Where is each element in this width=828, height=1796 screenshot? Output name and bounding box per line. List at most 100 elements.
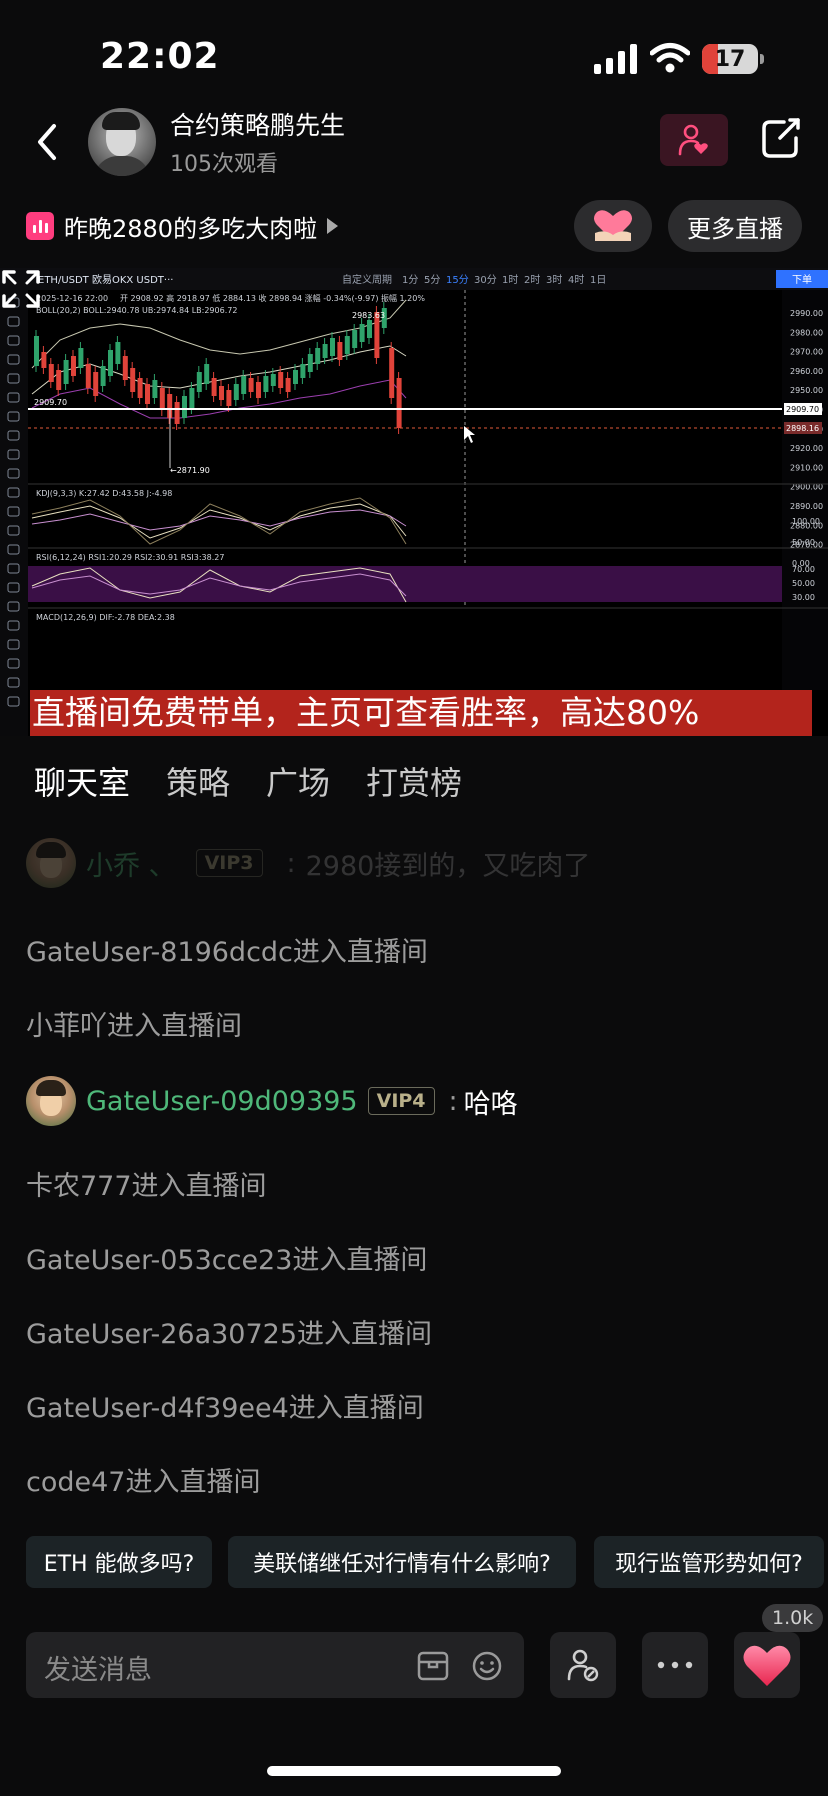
live-header: 合约策略鹏先生 105次观看 [0, 100, 828, 200]
more-options-button[interactable] [642, 1632, 708, 1698]
rsi-axis: 70.00 50.00 30.00 [792, 565, 815, 602]
suggestion-chip[interactable]: 美联储继任对行情有什么影响? [228, 1536, 576, 1588]
candle-body [300, 364, 306, 378]
suggestion-chip[interactable]: 现行监管形势如何? [594, 1536, 824, 1588]
candle-body [248, 378, 254, 392]
candle-body [85, 364, 91, 388]
candle-body [130, 368, 136, 392]
kdj-axis-tick: 50.00 [792, 538, 815, 547]
battery-level: 17 [714, 46, 746, 72]
candle-body [219, 386, 224, 400]
price-axis-tick: 2920.00 [790, 444, 823, 453]
host-name[interactable]: 合约策略鹏先生 [170, 106, 345, 142]
suggestion-chip[interactable]: ETH 能做多吗? [26, 1536, 212, 1588]
live-video[interactable]: ETH/USDT 欧易OKX USDT··· 自定义周期 1分 5分 15分 30分 1… [0, 268, 828, 736]
trading-chart-stream: ETH/USDT 欧易OKX USDT··· 自定义周期 1分 5分 15分 30分 1… [0, 268, 828, 736]
chart-rsi-label: RSI(6,12,24) RSI1:20.29 RSI2:30.91 RSI3:… [36, 553, 224, 562]
rsi-axis-tick: 50.00 [792, 579, 815, 588]
chat-text: 哈咯 [463, 1088, 518, 1120]
chart-boll: BOLL(20,2) BOLL:2940.78 UB:2974.84 LB:29… [36, 306, 237, 315]
candle-body [330, 338, 335, 356]
status-bar: 22:02 17 [0, 0, 828, 110]
message-input-placeholder: 发送消息 [44, 1655, 152, 1686]
tab-chat-room[interactable]: 聊天室 [34, 758, 130, 808]
candle-body [241, 376, 247, 394]
candle-body [315, 348, 321, 364]
like-button[interactable] [734, 1632, 800, 1698]
chat-message: GateUser-09d09395 VIP4 : 哈咯 [26, 1076, 518, 1126]
promo-banner-text: 直播间免费带单，主页可查看胜率，高达80% [32, 693, 700, 732]
candle-body [278, 372, 284, 388]
vip-badge: VIP3 [195, 849, 263, 877]
chat-join-message: code47进入直播间 [26, 1467, 261, 1498]
candle-body [307, 354, 313, 372]
candle-body [78, 348, 84, 368]
chart-interval: 4时 [568, 274, 584, 286]
candle-body [359, 324, 365, 342]
candle-body [100, 366, 106, 386]
chat-join-message: GateUser-d4f39ee4进入直播间 [26, 1393, 424, 1424]
candle-body [152, 380, 158, 398]
chat-text: 2980接到的，又吃肉了 [305, 850, 591, 882]
status-time: 22:02 [100, 36, 220, 77]
chart-interval: 1日 [590, 275, 606, 286]
candle-body [108, 350, 113, 376]
fullscreen-icon[interactable] [0, 268, 42, 310]
candle-body [174, 402, 180, 424]
candle-body [293, 370, 298, 384]
candle-body [352, 330, 358, 348]
more-live-button[interactable]: 更多直播 [668, 200, 802, 252]
chat-join-message: 小菲吖进入直播间 [26, 1011, 242, 1042]
price-axis-tick: 2960.00 [790, 367, 823, 376]
price-low-label: ←2871.90 [170, 466, 210, 475]
candle-body [189, 388, 195, 408]
back-arrow-icon[interactable] [30, 120, 64, 164]
cellular-signal-icon [594, 44, 637, 74]
candle-body [344, 336, 350, 354]
host-avatar[interactable] [88, 108, 156, 176]
chat-join-message: GateUser-26a30725进入直播间 [26, 1319, 433, 1350]
chat-message: 小乔 、 VIP3 : 2980接到的，又吃肉了 [26, 838, 590, 888]
wifi-icon [650, 43, 690, 73]
gift-heart-button[interactable] [574, 200, 652, 252]
battery-cap [760, 54, 764, 64]
candle-body [41, 352, 47, 368]
chat-colon: : [286, 847, 296, 879]
follow-button[interactable] [660, 114, 728, 166]
chart-symbol: ETH/USDT 欧易OKX USDT··· [38, 274, 173, 286]
chart-interval: 30分 [474, 274, 497, 286]
candle-body [56, 370, 62, 390]
battery-icon: 17 [702, 44, 758, 74]
box-icon[interactable] [416, 1650, 450, 1682]
chart-interval: 1时 [502, 274, 518, 286]
candle-body [145, 384, 150, 404]
chart-date: 2025-12-16 22:00 [36, 294, 108, 303]
current-price-tag: 2909.70 [786, 405, 819, 414]
topic-title: 昨晚2880的多吃大肉啦 [64, 214, 318, 243]
candle-body [63, 360, 69, 384]
user-avatar[interactable] [26, 1076, 76, 1126]
emoji-icon[interactable] [470, 1650, 504, 1682]
tab-reward-ranking[interactable]: 打赏榜 [366, 758, 462, 808]
price-axis-tick: 2950.00 [790, 386, 823, 395]
chat-username[interactable]: 小乔 、 [86, 844, 176, 883]
candle-body [71, 356, 76, 376]
tab-strategy[interactable]: 策略 [166, 758, 230, 808]
candle-body [226, 390, 232, 406]
kdj-axis-tick: 100.00 [792, 517, 820, 526]
candle-body [367, 320, 372, 338]
user-settings-button[interactable] [550, 1632, 616, 1698]
price-axis-tick: 2980.00 [790, 328, 823, 337]
message-input[interactable]: 发送消息 [26, 1632, 524, 1698]
rsi-axis-tick: 70.00 [792, 565, 815, 574]
user-edit-icon [567, 1649, 599, 1682]
candle-body [211, 378, 217, 396]
share-icon[interactable] [760, 116, 802, 160]
live-topic[interactable]: 昨晚2880的多吃大肉啦 [26, 206, 339, 246]
tab-plaza[interactable]: 广场 [266, 758, 330, 808]
chart-interval: 15分 [446, 274, 469, 286]
chart-kdj-label: KDJ(9,3,3) K:27.42 D:43.58 J:-4.98 [36, 489, 172, 498]
live-bars-icon [26, 212, 54, 240]
chart-macd-label: MACD(12,26,9) DIF:-2.78 DEA:2.38 [36, 613, 175, 622]
chat-username[interactable]: GateUser-09d09395 [86, 1086, 358, 1117]
